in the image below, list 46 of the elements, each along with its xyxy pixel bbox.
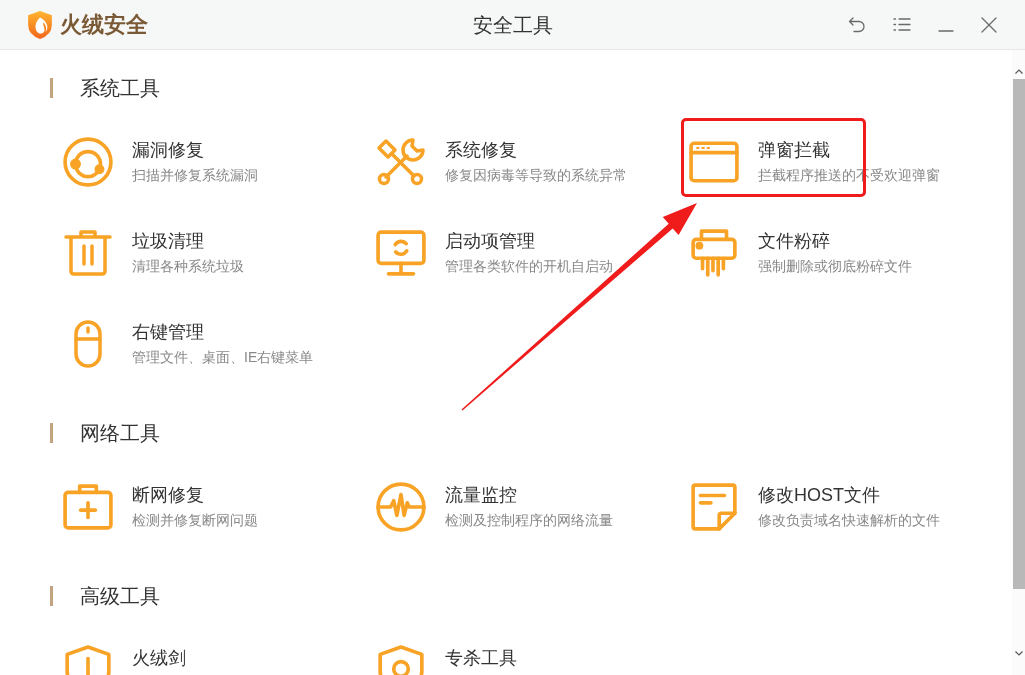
orbit-ring-icon[interactable]	[63, 137, 113, 187]
brand-name: 火绒安全	[60, 10, 148, 39]
monitor-icon[interactable]	[376, 230, 426, 276]
undo-icon[interactable]	[848, 16, 866, 33]
first-aid-kit-icon[interactable]	[63, 484, 113, 530]
tool-description: 清理各种系统垃圾	[132, 257, 244, 276]
tool-title[interactable]: 修改HOST文件	[758, 484, 880, 506]
tool-title[interactable]: 启动项管理	[445, 230, 535, 252]
tool-description: 扫描并修复系统漏洞	[132, 166, 258, 185]
mouse-icon[interactable]	[74, 320, 102, 368]
shredder-icon[interactable]	[691, 229, 737, 277]
pulse-icon[interactable]	[376, 482, 426, 532]
wrench-screwdriver-icon[interactable]	[376, 137, 426, 187]
flame-shield-logo-icon	[28, 10, 52, 39]
note-icon[interactable]	[691, 483, 737, 531]
tool-description: 修复因病毒等导致的系统异常	[445, 166, 627, 185]
tool-title[interactable]: 文件粉碎	[758, 230, 830, 252]
tool-description: 检测及控制程序的网络流量	[445, 511, 613, 530]
tool-description: 检测并修复断网问题	[132, 511, 258, 530]
tool-title[interactable]: 系统修复	[445, 139, 517, 161]
tool-title[interactable]: 火绒剑	[132, 647, 186, 669]
section-title: 高级工具	[80, 584, 160, 608]
trash-icon[interactable]	[64, 230, 112, 276]
section-accent-bar	[50, 78, 53, 98]
tool-title[interactable]: 专杀工具	[445, 647, 517, 669]
scroll-up-icon[interactable]	[1014, 69, 1023, 74]
tool-title[interactable]: 弹窗拦截	[758, 139, 830, 161]
window-icon[interactable]	[689, 141, 739, 183]
scrollbar-thumb[interactable]	[1012, 79, 1025, 589]
tool-title[interactable]: 断网修复	[132, 484, 204, 506]
section-accent-bar	[50, 586, 53, 606]
close-icon[interactable]	[981, 16, 997, 33]
section-title: 系统工具	[80, 76, 160, 100]
tool-title[interactable]: 垃圾清理	[132, 230, 204, 252]
tool-description: 管理文件、桌面、IE右键菜单	[132, 348, 314, 367]
scroll-down-icon[interactable]	[1014, 651, 1023, 656]
tool-title[interactable]: 右键管理	[132, 321, 204, 343]
tool-title[interactable]: 流量监控	[445, 484, 517, 506]
window-title: 安全工具	[472, 12, 553, 38]
tool-description: 修改负责域名快速解析的文件	[758, 511, 940, 530]
section-accent-bar	[50, 423, 53, 443]
tool-description: 强制删除或彻底粉碎文件	[758, 257, 912, 276]
tool-description: 管理各类软件的开机自启动	[445, 257, 613, 276]
tool-title[interactable]: 漏洞修复	[132, 139, 204, 161]
menu-icon[interactable]	[893, 17, 911, 32]
section-title: 网络工具	[80, 421, 160, 445]
